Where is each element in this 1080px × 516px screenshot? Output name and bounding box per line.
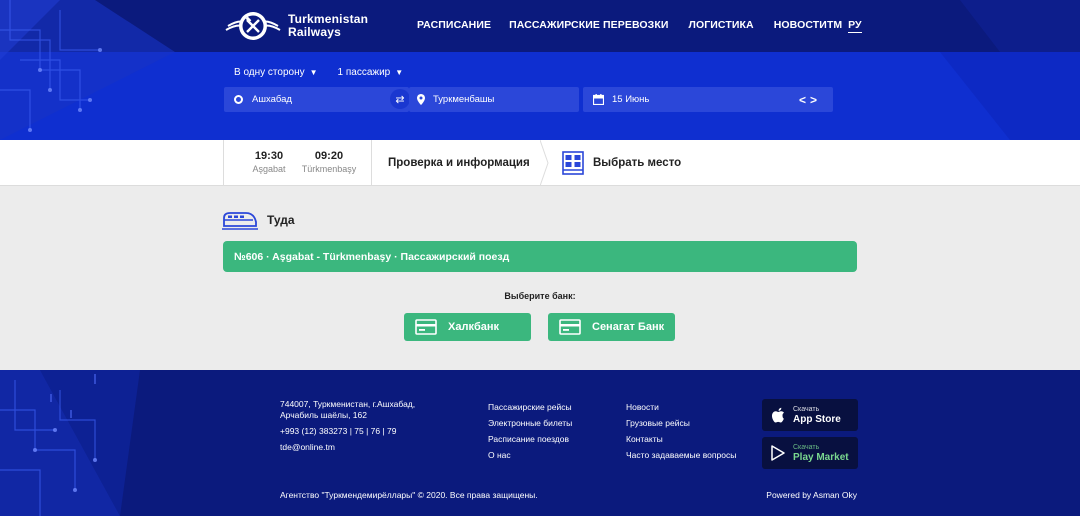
step-seat-label: Выбрать место (593, 157, 682, 169)
powered-by[interactable]: Powered by Asman Oky (766, 490, 857, 500)
caret-down-icon: ▼ (309, 68, 318, 77)
play-store-icon (771, 445, 785, 461)
address-line1: 744007, Туркменистан, г.Ашхабад, (280, 399, 416, 409)
swap-icon[interactable]: ⇄ (390, 89, 410, 109)
location-pin-icon (417, 94, 425, 105)
play-market-small: Скачать (793, 443, 820, 451)
from-field[interactable]: Ашхабад (224, 87, 409, 112)
nav-news[interactable]: НОВОСТИ (774, 19, 827, 31)
credit-card-icon (559, 319, 581, 335)
nav-schedule[interactable]: РАСПИСАНИЕ (417, 19, 491, 31)
footer-link[interactable]: Контакты (626, 431, 736, 447)
header: Turkmenistan Railways РАСПИСАНИЕ ПАССАЖИ… (0, 0, 1080, 140)
bank-halkbank-button[interactable]: Халкбанк (404, 313, 531, 341)
origin-circle-icon (234, 95, 243, 104)
booking-steps: 19:30 Aşgabat 09:20 Türkmenbaşy Проверка… (0, 140, 1080, 186)
date-value: 15 Июнь (612, 94, 650, 105)
from-value: Ашхабад (252, 94, 292, 105)
step-select-seat[interactable]: Выбрать место (562, 140, 681, 186)
date-prev-button[interactable]: < (799, 93, 810, 107)
play-market-label: Play Market (793, 451, 849, 463)
address-line2: Арчабиль шаёлы, 162 (280, 410, 367, 420)
footer-link[interactable]: Часто задаваемые вопросы (626, 447, 736, 463)
footer-link[interactable]: Новости (626, 399, 736, 415)
passengers-label: 1 пассажир (337, 67, 391, 78)
step-check-label: Проверка и информация (388, 157, 530, 169)
apple-icon (771, 407, 784, 423)
search-options: В одну сторону ▼ 1 пассажир ▼ (234, 67, 423, 78)
footer-link[interactable]: Электронные билеты (488, 415, 572, 431)
step-check-info[interactable]: Проверка и информация (372, 140, 547, 186)
credit-card-icon (415, 319, 437, 335)
app-store-small: Скачать (793, 405, 820, 413)
step-divider-chevron-icon (540, 140, 549, 186)
seat-map-icon (562, 151, 584, 175)
footer-contacts: 744007, Туркменистан, г.Ашхабад, Арчабил… (280, 399, 415, 453)
nav-passenger[interactable]: ПАССАЖИРСКИЕ ПЕРЕВОЗКИ (509, 19, 668, 31)
footer-link[interactable]: Расписание поездов (488, 431, 572, 447)
bank-senagat-button[interactable]: Сенагат Банк (548, 313, 675, 341)
bank-halkbank-label: Халкбанк (448, 321, 500, 333)
depart-city: Aşgabat (252, 164, 286, 174)
passengers-dropdown[interactable]: 1 пассажир ▼ (338, 67, 404, 78)
bank-prompt: Выберите банк: (504, 291, 576, 301)
play-market-button[interactable]: Скачать Play Market (762, 437, 858, 469)
footer-links-1: Пассажирские рейсы Электронные билеты Ра… (488, 399, 572, 463)
arrive-city: Türkmenbaşy (301, 164, 357, 174)
footer-link[interactable]: О нас (488, 447, 572, 463)
to-value: Туркменбашы (433, 94, 495, 105)
train-icon (222, 212, 258, 230)
lang-tm[interactable]: ТМ (827, 19, 842, 33)
arrive-time: 09:20 (314, 150, 344, 162)
logo[interactable]: Turkmenistan Railways (224, 8, 368, 44)
app-store-label: App Store (793, 413, 841, 425)
bank-senagat-label: Сенагат Банк (592, 321, 665, 333)
trip-type-label: В одну сторону (234, 67, 305, 78)
app-store-button[interactable]: Скачать App Store (762, 399, 858, 431)
to-field[interactable]: Туркменбашы (409, 87, 579, 112)
phone: +993 (12) 383273 | 75 | 76 | 79 (280, 426, 397, 436)
lang-ru[interactable]: РУ (848, 19, 862, 33)
logo-line2: Railways (288, 25, 341, 39)
depart-time: 19:30 (254, 150, 284, 162)
footer-links-2: Новости Грузовые рейсы Контакты Часто за… (626, 399, 736, 463)
calendar-icon (593, 94, 604, 105)
email[interactable]: tde@online.tm (280, 442, 415, 453)
language-switcher: ТМ РУ (827, 19, 868, 33)
step-times[interactable]: 19:30 Aşgabat 09:20 Türkmenbaşy (223, 140, 372, 186)
direction-label: Туда (267, 213, 295, 227)
train-row[interactable]: №606 · Aşgabat - Türkmenbaşy · Пассажирс… (223, 241, 857, 272)
footer-link[interactable]: Пассажирские рейсы (488, 399, 572, 415)
trip-type-dropdown[interactable]: В одну сторону ▼ (234, 67, 318, 78)
main-nav: РАСПИСАНИЕ ПАССАЖИРСКИЕ ПЕРЕВОЗКИ ЛОГИСТ… (417, 19, 847, 31)
direction-heading: Туда (222, 210, 295, 230)
date-field[interactable]: 15 Июнь <> (583, 87, 833, 112)
train-info: №606 · Aşgabat - Türkmenbaşy · Пассажирс… (234, 250, 510, 263)
date-next-button[interactable]: > (810, 93, 821, 107)
copyright: Агентство "Туркмендемирёллары" © 2020. В… (280, 490, 538, 500)
footer-link[interactable]: Грузовые рейсы (626, 415, 736, 431)
footer: 744007, Туркменистан, г.Ашхабад, Арчабил… (0, 370, 1080, 516)
caret-down-icon: ▼ (395, 68, 404, 77)
nav-logistics[interactable]: ЛОГИСТИКА (689, 19, 754, 31)
railways-emblem-icon (225, 12, 281, 40)
